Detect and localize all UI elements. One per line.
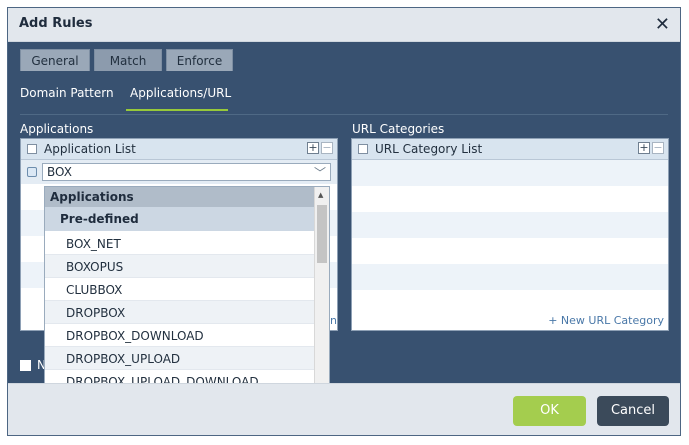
- tab-general[interactable]: General: [20, 49, 90, 71]
- dropdown-scrollbar[interactable]: ▲ ▼: [314, 187, 329, 397]
- dropdown-option-label: DROPBOX_DOWNLOAD: [66, 329, 204, 343]
- bottom-option-checkbox[interactable]: [20, 360, 31, 371]
- tab-match[interactable]: Match: [94, 49, 162, 71]
- application-search-input[interactable]: BOX ﹀: [42, 163, 331, 181]
- table-row: [352, 160, 668, 186]
- subtab-applications-url[interactable]: Applications/URL: [130, 86, 231, 100]
- dropdown-group-header: Applications: [45, 187, 314, 207]
- remove-url-category-button[interactable]: −: [652, 142, 664, 154]
- select-all-url-categories-checkbox[interactable]: [358, 144, 368, 154]
- chevron-down-icon[interactable]: ﹀: [314, 164, 326, 181]
- application-list-header: Application List: [44, 142, 136, 156]
- dialog-footer: OK Cancel: [8, 383, 680, 435]
- dialog-titlebar: Add Rules ✕: [8, 8, 680, 42]
- table-row: [352, 186, 668, 212]
- remove-application-button[interactable]: −: [321, 142, 333, 154]
- url-categories-panel-header: URL Category List + −: [352, 139, 668, 160]
- tab-enforce[interactable]: Enforce: [166, 49, 233, 71]
- url-categories-panel: URL Category List + − + New URL Category: [351, 138, 669, 331]
- dropdown-option[interactable]: DROPBOX_UPLOAD: [45, 347, 314, 370]
- dropdown-option-label: CLUBBOX: [66, 283, 123, 297]
- dropdown-group-label: Applications: [50, 190, 134, 204]
- dropdown-option[interactable]: CLUBBOX: [45, 278, 314, 301]
- add-url-category-button[interactable]: +: [638, 142, 650, 154]
- url-category-list-header: URL Category List: [375, 142, 483, 156]
- application-dropdown-list: Applications Pre-defined BOX_NET BOXOPUS…: [44, 186, 330, 398]
- add-rules-dialog: Add Rules ✕ General Match Enforce Domain…: [7, 7, 681, 436]
- select-all-applications-checkbox[interactable]: [27, 144, 37, 154]
- dialog-title: Add Rules: [19, 16, 93, 31]
- dropdown-option[interactable]: BOX_NET: [45, 232, 314, 255]
- table-row: [352, 290, 668, 316]
- dropdown-subgroup-header: Pre-defined: [45, 207, 314, 231]
- active-subtab-indicator: [126, 109, 228, 111]
- application-row-checkbox[interactable]: [27, 167, 37, 177]
- table-row: [352, 238, 668, 264]
- subtab-divider: [20, 114, 668, 115]
- dropdown-option[interactable]: DROPBOX_DOWNLOAD: [45, 324, 314, 347]
- dropdown-option[interactable]: DROPBOX: [45, 301, 314, 324]
- applications-partial-link[interactable]: n: [330, 314, 337, 327]
- applications-panel-header: Application List + −: [21, 139, 337, 160]
- close-icon[interactable]: ✕: [655, 14, 670, 35]
- applications-section-label: Applications: [20, 122, 94, 136]
- url-categories-section-label: URL Categories: [352, 122, 445, 136]
- dropdown-option-label: BOXOPUS: [66, 260, 124, 274]
- table-row: [352, 212, 668, 238]
- new-url-category-link[interactable]: + New URL Category: [548, 314, 664, 327]
- dropdown-option-label: DROPBOX: [66, 306, 126, 320]
- dropdown-subgroup-label: Pre-defined: [60, 212, 139, 226]
- scroll-up-arrow-icon[interactable]: ▲: [318, 191, 323, 199]
- cancel-button[interactable]: Cancel: [597, 396, 669, 426]
- application-search-value: BOX: [47, 165, 72, 179]
- ok-button[interactable]: OK: [513, 396, 586, 426]
- table-row: [352, 264, 668, 290]
- dropdown-option[interactable]: BOXOPUS: [45, 255, 314, 278]
- dropdown-option-label: DROPBOX_UPLOAD: [66, 352, 181, 366]
- dropdown-option-label: BOX_NET: [66, 237, 121, 251]
- subtab-domain-pattern[interactable]: Domain Pattern: [20, 86, 114, 100]
- add-application-button[interactable]: +: [307, 142, 319, 154]
- scrollbar-thumb[interactable]: [317, 205, 327, 263]
- application-search-row: BOX ﹀: [21, 160, 337, 184]
